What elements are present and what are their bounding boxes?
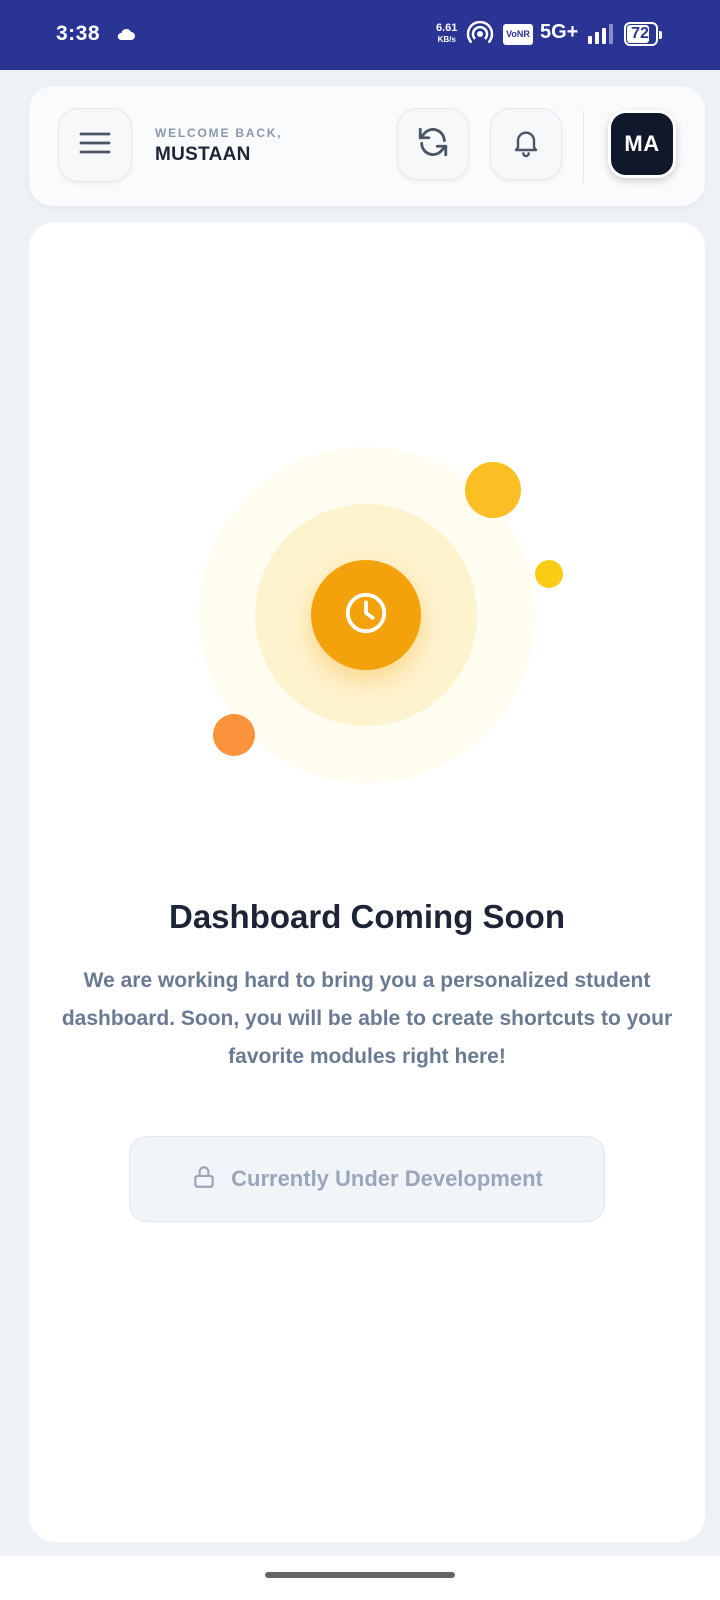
under-development-button[interactable]: Currently Under Development <box>129 1136 605 1222</box>
status-time: 3:38 <box>56 22 101 45</box>
avatar[interactable]: MA <box>608 110 676 178</box>
decorative-dot-orange <box>213 714 255 756</box>
decorative-dot-small <box>535 560 563 588</box>
home-gesture-handle[interactable] <box>265 1572 455 1578</box>
network-speed: 6.61 KB/s <box>436 22 458 45</box>
menu-icon <box>79 131 111 160</box>
page-description: We are working hard to bring you a perso… <box>61 969 673 1068</box>
notifications-button[interactable] <box>490 108 562 180</box>
welcome-label: WELCOME BACK, <box>155 126 283 140</box>
navigation-bar <box>0 1556 720 1600</box>
cloud-icon <box>116 27 136 46</box>
header-divider <box>583 110 584 182</box>
bell-icon <box>510 125 542 164</box>
signal-icon <box>588 24 616 49</box>
app-header: WELCOME BACK, MUSTAAN MA <box>29 86 705 206</box>
dashboard-card: Dashboard Coming Soon We are working har… <box>29 222 705 1542</box>
decorative-dot-large <box>465 462 521 518</box>
welcome-block: WELCOME BACK, MUSTAAN <box>155 126 282 166</box>
clock-badge <box>311 560 421 670</box>
user-name: MUSTAAN <box>155 144 251 165</box>
vonr-badge: VoNR <box>503 24 533 45</box>
refresh-icon <box>416 125 450 164</box>
network-type: 5G+ <box>540 21 579 43</box>
status-bar: 3:38 6.61 KB/s VoNR 5G+ 72 <box>0 0 720 70</box>
menu-button[interactable] <box>58 108 132 182</box>
under-development-label: Currently Under Development <box>231 1166 543 1191</box>
refresh-button[interactable] <box>397 108 469 180</box>
hotspot-icon <box>466 20 494 52</box>
battery-icon: 72 <box>624 22 662 46</box>
clock-icon <box>343 590 389 641</box>
page-title: Dashboard Coming Soon <box>169 898 565 935</box>
lock-icon <box>191 1163 217 1196</box>
